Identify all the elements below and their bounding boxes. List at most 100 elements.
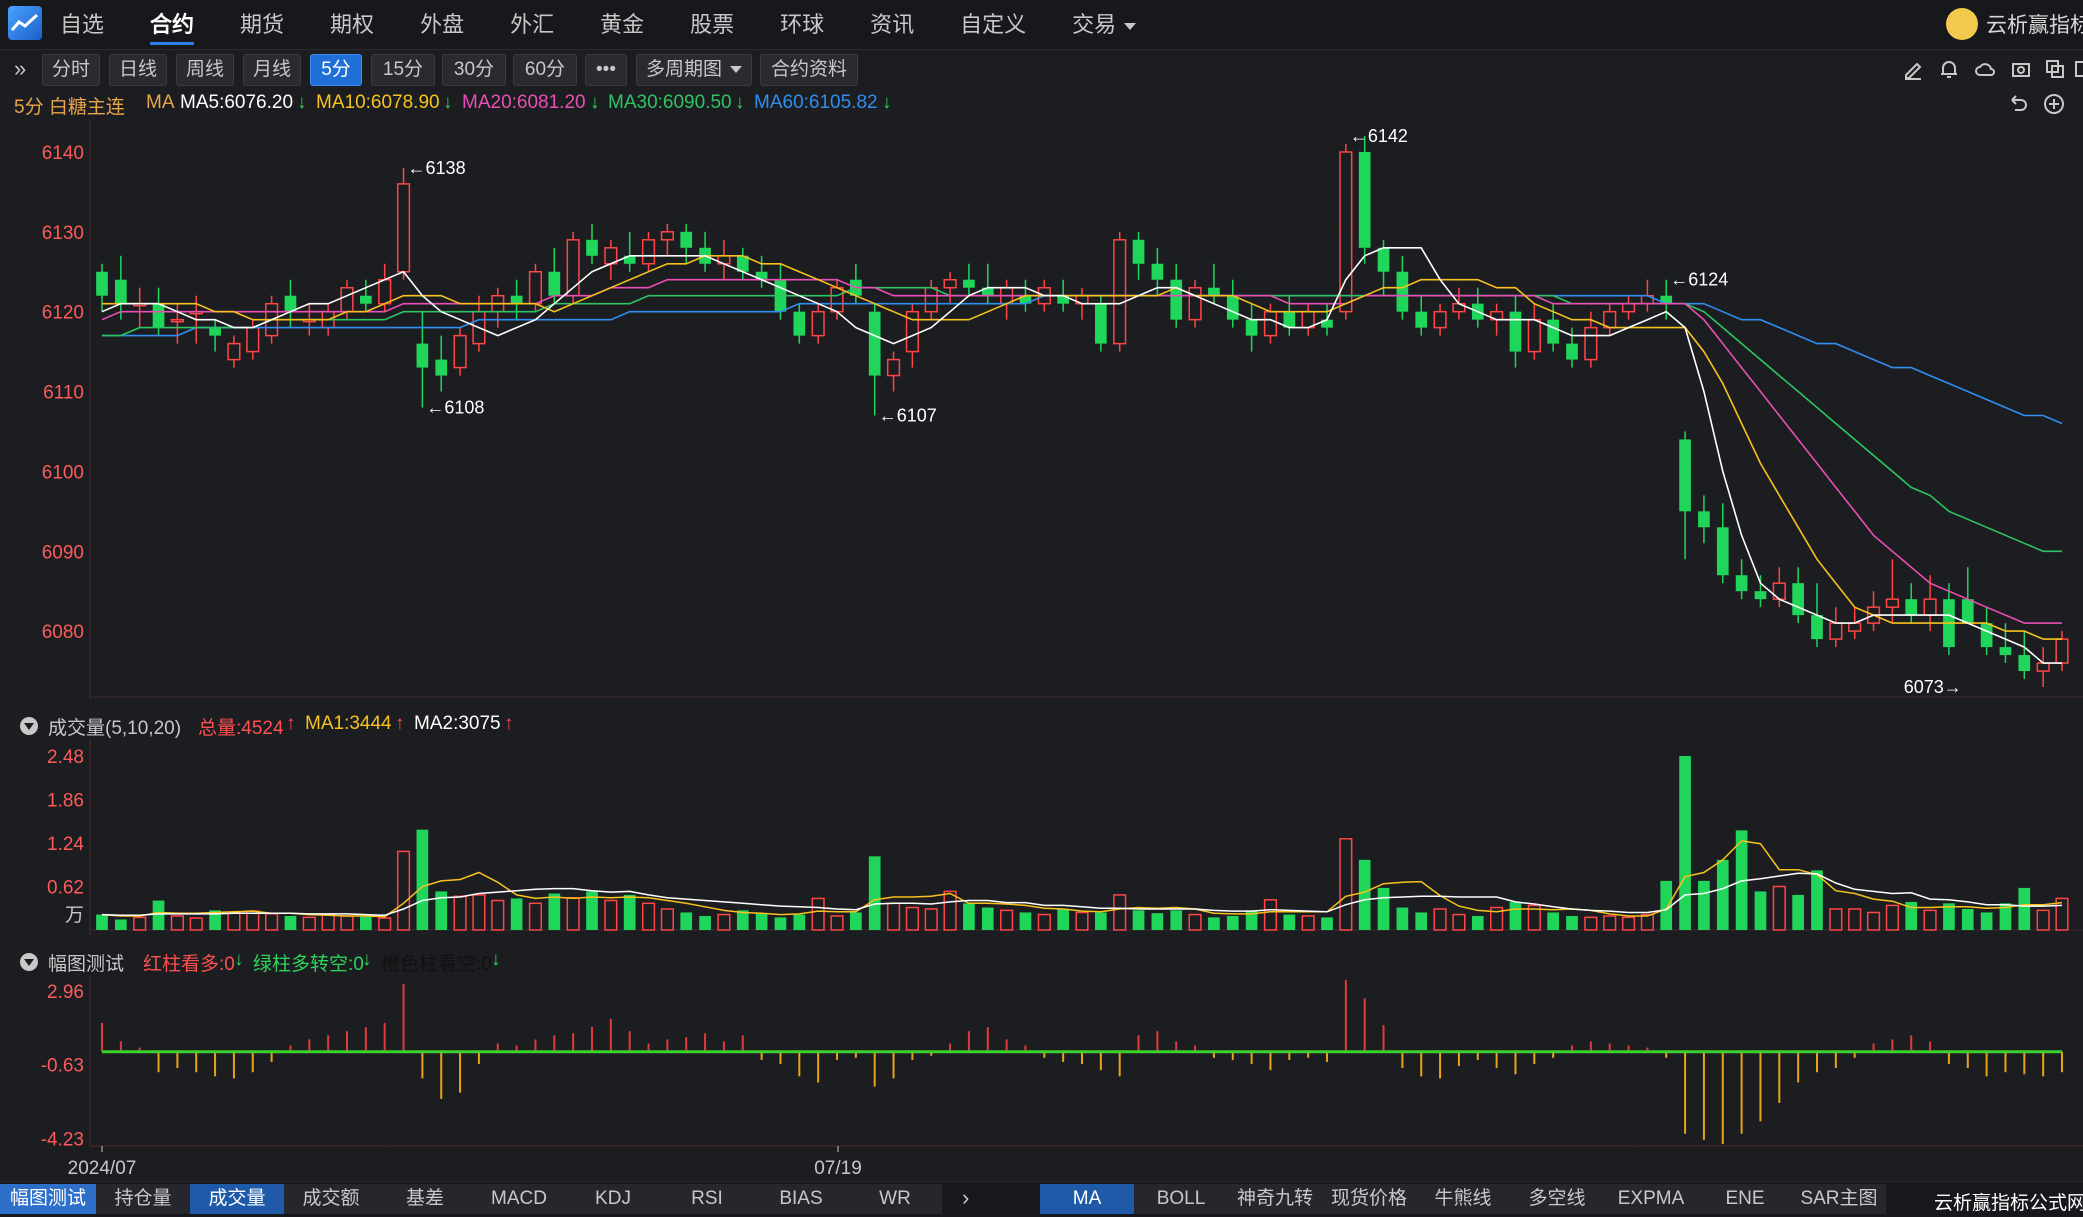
tab-left-3[interactable]: 成交额: [284, 1184, 379, 1214]
tab-left-6[interactable]: KDJ: [566, 1184, 661, 1214]
tab-left-8[interactable]: BIAS: [754, 1184, 849, 1214]
volume-bar: [1019, 912, 1032, 930]
undo-icon[interactable]: [2006, 92, 2030, 116]
volume-bar: [528, 902, 543, 931]
expand-sidebar-icon[interactable]: »: [14, 56, 26, 82]
volume-bar: [1132, 910, 1145, 930]
tab-left-5[interactable]: MACD: [472, 1184, 567, 1214]
volume-bar: [1679, 756, 1691, 930]
nav-item-huangjin[interactable]: 黄金: [600, 0, 644, 49]
chevron-right-icon[interactable]: ›: [962, 1185, 969, 1211]
candle-body: [1377, 247, 1390, 272]
tab-right-3[interactable]: 现货价格: [1322, 1184, 1417, 1214]
tab-right-1[interactable]: BOLL: [1134, 1184, 1229, 1214]
tab-left-2[interactable]: 成交量: [190, 1184, 285, 1214]
nav-item-zixun[interactable]: 资讯: [870, 0, 914, 49]
candle-body: [340, 286, 354, 313]
copy-icon[interactable]: [2044, 58, 2066, 80]
nav-item-zidingyi[interactable]: 自定义: [960, 0, 1026, 49]
multi-period-dropdown[interactable]: 多周期图: [636, 54, 752, 86]
candle-body: [1811, 615, 1823, 640]
tab-right-8[interactable]: SAR主图: [1792, 1184, 1887, 1214]
price-y-tick-label: 6100: [42, 462, 84, 483]
nav-item-jiaoyi[interactable]: 交易: [1072, 0, 1137, 49]
period-60min-button[interactable]: 60分: [513, 54, 577, 86]
period-weekly-button[interactable]: 周线: [176, 54, 234, 86]
volume-ma2: MA2:3075: [414, 713, 501, 734]
tab-left-7[interactable]: RSI: [660, 1184, 755, 1214]
bell-icon[interactable]: [1938, 58, 1960, 80]
volume-bar: [1208, 917, 1220, 930]
window-icon[interactable]: [2074, 58, 2083, 80]
user-account[interactable]: 云析赢指标: [1946, 8, 2083, 40]
nav-item-qihuo[interactable]: 期货: [240, 0, 284, 49]
volume-y-tick-label: 2.48: [47, 747, 84, 768]
nav-item-waipan[interactable]: 外盘: [420, 0, 464, 49]
volume-bar: [360, 916, 372, 930]
volume-ma1: MA1:3444: [305, 713, 392, 734]
period-30min-button[interactable]: 30分: [442, 54, 506, 86]
ma-label: MA: [146, 92, 175, 113]
chevron-down-icon: [1124, 22, 1137, 30]
tab-right-7[interactable]: ENE: [1698, 1184, 1793, 1214]
tab-right-5[interactable]: 多空线: [1510, 1184, 1605, 1214]
period-15min-button[interactable]: 15分: [371, 54, 435, 86]
volume-bar: [396, 850, 411, 931]
nav-item-heyue[interactable]: 合约: [150, 0, 195, 49]
candle-body: [528, 270, 543, 305]
pencil-icon[interactable]: [1902, 58, 1924, 80]
candle-body: [660, 231, 674, 241]
tab-right-0[interactable]: MA: [1040, 1184, 1135, 1214]
volume-bar: [830, 915, 844, 931]
candle-body: [641, 239, 656, 265]
period-5min-button[interactable]: 5分: [310, 54, 362, 86]
volume-chart[interactable]: 2.48 1.86 1.24 0.62 万: [0, 740, 2083, 935]
period-fenshi-button[interactable]: 分时: [42, 54, 100, 86]
candle-body: [1358, 151, 1371, 248]
period-monthly-button[interactable]: 月线: [243, 54, 301, 86]
nav-item-huanqiu[interactable]: 环球: [780, 0, 824, 49]
candle-body: [1433, 310, 1447, 329]
camera-icon[interactable]: [2010, 58, 2032, 80]
add-circle-icon[interactable]: [2042, 92, 2066, 116]
ma60-arrow-icon: ↓: [882, 92, 892, 113]
nav-item-qiquan[interactable]: 期权: [330, 0, 374, 49]
volume-bar: [548, 893, 561, 930]
tab-left-1[interactable]: 持仓量: [96, 1184, 191, 1214]
app-logo-icon[interactable]: [8, 6, 42, 40]
price-y-tick-label: 6110: [43, 383, 84, 404]
candle-body: [1754, 591, 1767, 600]
cloud-icon[interactable]: [1974, 58, 1996, 80]
tab-left-0[interactable]: 幅图测试: [0, 1184, 97, 1214]
tab-right-2[interactable]: 神奇九转: [1228, 1184, 1323, 1214]
nav-item-zixuan[interactable]: 自选: [60, 0, 104, 49]
tab-right-4[interactable]: 牛熊线: [1416, 1184, 1511, 1214]
volume-title: 成交量(5,10,20): [48, 718, 182, 739]
contract-info-button[interactable]: 合约资料: [760, 54, 858, 86]
tab-left-9[interactable]: WR: [848, 1184, 943, 1214]
collapse-indicator-icon[interactable]: [20, 953, 38, 971]
price-annotation-label: ←6108: [426, 398, 484, 418]
candle-body: [378, 278, 392, 305]
candle-body: [548, 271, 561, 296]
tab-left-4[interactable]: 基差: [378, 1184, 473, 1214]
indicator-y-tick-label: 2.96: [47, 982, 84, 1003]
volume-bar: [680, 912, 693, 930]
price-annotation-label: ←6142: [1350, 126, 1408, 146]
tab-right-6[interactable]: EXPMA: [1604, 1184, 1699, 1214]
price-y-tick-label: 6090: [42, 542, 84, 563]
candle-body: [115, 279, 127, 304]
indicator-chart[interactable]: 2.96 -0.63 -4.23 2024/07 07/19: [0, 976, 2083, 1181]
nav-item-gupiao[interactable]: 股票: [690, 0, 734, 49]
nav-item-waihui[interactable]: 外汇: [510, 0, 554, 49]
candle-body: [2036, 662, 2050, 672]
ma20-value: MA20:6081.20: [462, 92, 586, 113]
candle-body: [1698, 511, 1710, 528]
price-annotation-label: ←6107: [879, 405, 937, 425]
avatar: [1946, 8, 1978, 40]
collapse-volume-icon[interactable]: [20, 717, 38, 735]
price-chart[interactable]: 6140 6130 6120 6110 6100 6090 6080 ←6138 ←6108 ←6…: [0, 120, 2083, 700]
more-periods-button[interactable]: •••: [585, 54, 627, 86]
period-daily-button[interactable]: 日线: [109, 54, 167, 86]
volume-bar: [886, 902, 901, 931]
